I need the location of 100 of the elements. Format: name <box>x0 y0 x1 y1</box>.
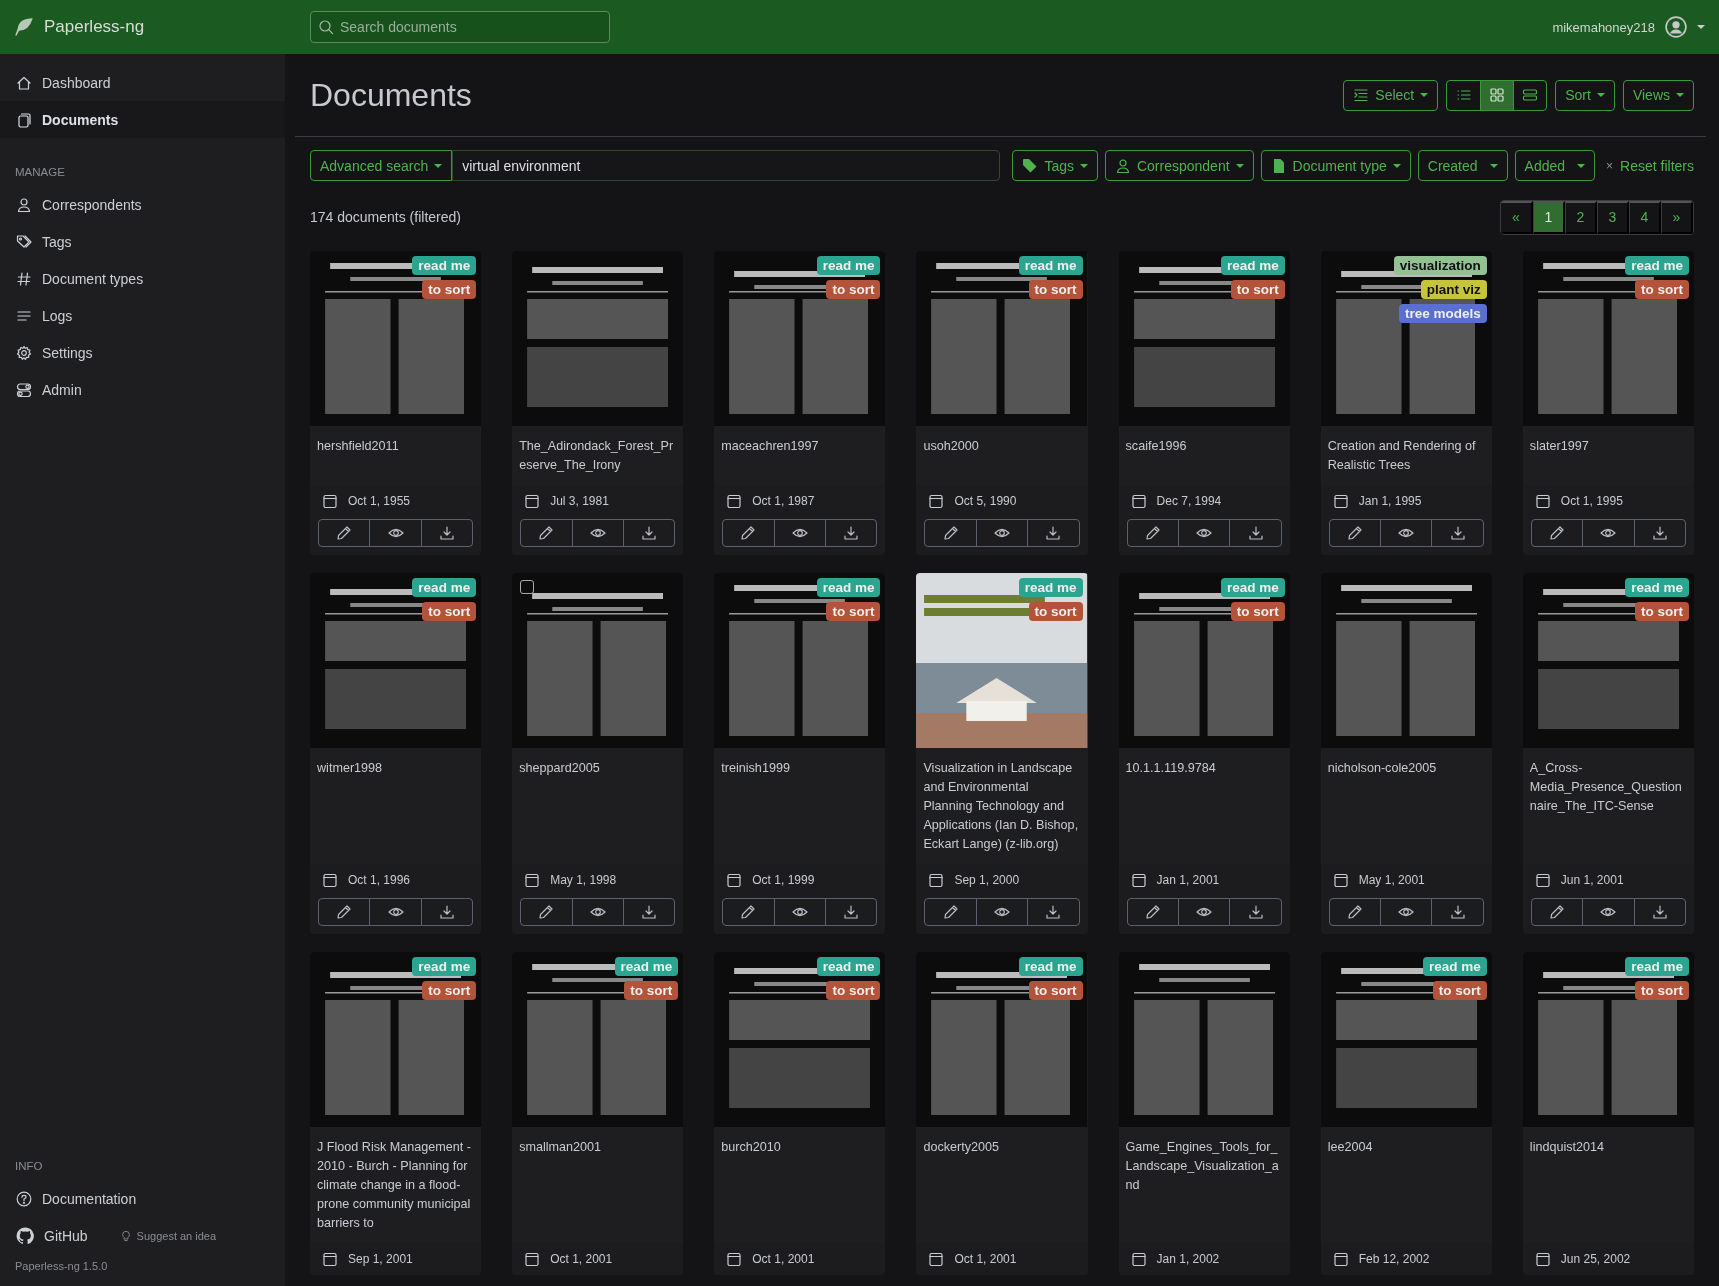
document-date: Oct 5, 1990 <box>954 494 1017 508</box>
calendar-icon <box>1534 872 1551 888</box>
pencil-icon <box>336 904 353 920</box>
sidebar-item[interactable]: Documents <box>0 101 285 138</box>
document-card[interactable]: read me to sort scaife1996 Dec 7, 1994 <box>1118 251 1290 555</box>
download-icon <box>438 525 455 541</box>
document-card[interactable]: read me to sort 10.1.1.119.9784 Jan 1, 2001 <box>1118 573 1290 934</box>
reset-filters-button[interactable]: × Reset filters <box>1602 157 1694 174</box>
tag-badge[interactable]: to sort <box>1230 280 1285 299</box>
sidebar-item[interactable]: Settings <box>0 334 285 371</box>
tag-badge[interactable]: to sort <box>1635 981 1689 1000</box>
page-button[interactable]: 2 <box>1565 200 1597 234</box>
calendar-icon <box>1130 872 1147 888</box>
search-field[interactable]: Search documents <box>310 11 610 43</box>
document-card[interactable]: read me to sort dockerty2005 Oct 1, 2001 <box>916 952 1088 1275</box>
sidebar-item[interactable]: Tags <box>0 223 285 260</box>
calendar-icon <box>322 1251 338 1267</box>
tag-badge[interactable]: to sort <box>624 981 679 1000</box>
document-card[interactable]: read me to sort slater1997 Oct 1, 1995 <box>1522 251 1694 555</box>
query-field[interactable]: virtual environment <box>452 150 1000 181</box>
person-icon <box>1114 157 1131 174</box>
tag-badge[interactable]: to sort <box>1432 981 1487 1000</box>
tag-badge[interactable]: to sort <box>1230 602 1285 621</box>
document-card[interactable]: read me to sort treinish1999 Oct 1, 1999 <box>714 573 886 934</box>
document-date: May 1, 1998 <box>550 873 617 887</box>
document-card[interactable]: The_Adirondack_Forest_Preserve_The_Irony Jul 3, 1981 <box>512 251 684 555</box>
document-card[interactable]: Game_Engines_Tools_for_Landscape_Visualization_and Jan 1, 2002 <box>1118 952 1290 1275</box>
suggest-link[interactable]: Suggest an idea <box>119 1229 217 1242</box>
document-card[interactable]: read me to sort smallman2001 Oct 1, 2001 <box>512 952 684 1275</box>
gear-icon <box>16 344 32 361</box>
document-card[interactable]: read me to sort lee2004 Feb 12, 2002 <box>1320 952 1492 1275</box>
caret-icon[interactable] <box>1697 25 1705 29</box>
tag-badge[interactable]: to sort <box>1028 602 1083 621</box>
document-title: Creation and Rendering of Realistic Trees <box>1326 438 1477 474</box>
filter-button[interactable]: Correspondent <box>1104 150 1254 181</box>
document-date: Sep 1, 2000 <box>954 873 1020 887</box>
document-card[interactable]: read me to sort maceachren1997 Oct 1, 1987 <box>714 251 886 555</box>
document-date: Jun 1, 2001 <box>1560 873 1624 887</box>
page-button[interactable]: 1 <box>1533 200 1565 234</box>
tag-badge[interactable]: to sort <box>422 981 477 1000</box>
view-button[interactable] <box>1480 80 1514 110</box>
document-card[interactable]: read me to sort usoh2000 Oct 5, 1990 <box>916 251 1088 555</box>
select-button[interactable]: Select <box>1343 79 1439 111</box>
user-name[interactable]: mikemahoney218 <box>1552 19 1655 35</box>
sidebar-item[interactable]: Document types <box>0 260 285 297</box>
search-mode-button[interactable]: Advanced search <box>310 150 453 181</box>
tag-badge[interactable]: to sort <box>1635 602 1689 621</box>
document-card[interactable]: nicholson-cole2005 May 1, 2001 <box>1320 573 1492 934</box>
tag-badge[interactable]: to sort <box>1028 280 1083 299</box>
tag-badge[interactable]: visualization <box>1393 256 1487 275</box>
document-card[interactable]: read me to sort Visualization in Landscape and Environmental Planning Technology and Applications (Ian D. Bishop, Eckart Lange) (z-lib.org) Sep 1, 2000 <box>916 573 1088 934</box>
sidebar-link[interactable]: Documentation <box>0 1180 285 1217</box>
tag-badge[interactable]: to sort <box>1635 280 1689 299</box>
document-title: The_Adirondack_Forest_Preserve_The_Irony <box>518 438 675 474</box>
document-card[interactable]: read me to sort hershfield2011 Oct 1, 1955 <box>310 251 482 555</box>
document-title: scaife1996 <box>1124 438 1188 455</box>
calendar-icon <box>726 1251 743 1267</box>
document-card[interactable]: read me to sort J Flood Risk Management - 2010 - Burch - Planning for climate change in a flood-prone community municipal barriers to Sep 1, 2001 <box>310 952 482 1275</box>
filter-button[interactable]: Document type <box>1260 150 1411 181</box>
tag-badge[interactable]: to sort <box>422 280 477 299</box>
sidebar-item[interactable]: Admin <box>0 371 285 408</box>
filter-button[interactable]: Created <box>1417 150 1508 181</box>
tag-badge[interactable]: to sort <box>826 602 881 621</box>
sidebar-link[interactable]: GitHub <box>0 1217 104 1254</box>
sidebar-item[interactable]: Dashboard <box>0 64 285 101</box>
filter-button[interactable]: Tags <box>1012 150 1098 181</box>
document-card[interactable]: read me to sort A_Cross-Media_Presence_Questionnaire_The_ITC-Sense Jun 1, 2001 <box>1522 573 1694 934</box>
app-name[interactable]: Paperless-ng <box>44 17 145 37</box>
document-card[interactable]: read me to sort witmer1998 Oct 1, 1996 <box>310 573 482 934</box>
sidebar-item[interactable]: Correspondents <box>0 186 285 223</box>
page-button[interactable]: 3 <box>1597 200 1629 234</box>
document-date: Oct 1, 2001 <box>752 1252 815 1266</box>
tag-badge[interactable]: to sort <box>1028 981 1083 1000</box>
select-checkbox[interactable] <box>520 580 535 594</box>
document-card[interactable]: sheppard2005 May 1, 1998 <box>512 573 684 934</box>
document-card[interactable]: visualization plant viz tree models Creation and Rendering of Realistic Trees Jan 1, 1995 <box>1320 251 1492 555</box>
sidebar-item[interactable]: Logs <box>0 297 285 334</box>
document-card[interactable]: read me to sort burch2010 Oct 1, 2001 <box>714 952 886 1275</box>
select-list-icon <box>1353 87 1370 103</box>
tag-badge[interactable]: to sort <box>826 280 881 299</box>
page-button[interactable]: » <box>1661 200 1693 234</box>
download-icon <box>1651 525 1668 541</box>
document-date: Oct 1, 1995 <box>1560 494 1623 508</box>
section-heading: INFO <box>14 1160 44 1172</box>
document-date: Jan 1, 2002 <box>1156 1252 1220 1266</box>
search-icon <box>318 19 334 35</box>
page-button[interactable]: 4 <box>1629 200 1661 234</box>
filter-button[interactable]: Added <box>1514 150 1596 181</box>
document-date: Jul 3, 1981 <box>550 494 609 508</box>
sort-button[interactable]: Sort <box>1555 79 1615 111</box>
document-date: Jun 25, 2002 <box>1560 1252 1631 1266</box>
download-icon <box>1247 525 1264 541</box>
document-title: lee2004 <box>1326 1139 1374 1156</box>
document-card[interactable]: read me to sort lindquist2014 Jun 25, 2002 <box>1522 952 1694 1275</box>
tag-badge[interactable]: to sort <box>422 602 477 621</box>
tag-badge[interactable]: tree models <box>1399 304 1487 323</box>
tag-badge[interactable]: plant viz <box>1420 280 1487 299</box>
views-button[interactable]: Views <box>1622 79 1694 111</box>
document-title: hershfield2011 <box>316 438 400 455</box>
tag-badge[interactable]: to sort <box>826 981 881 1000</box>
